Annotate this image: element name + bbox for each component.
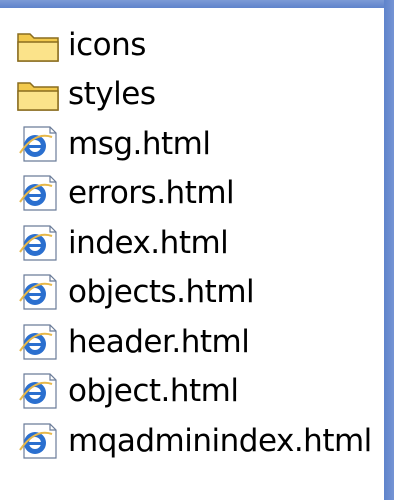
- file-name: msg.html: [68, 125, 211, 162]
- file-list: icons styles msg.html errors.html index.…: [16, 20, 372, 466]
- html-document-icon: [19, 175, 57, 211]
- file-name: index.html: [68, 224, 229, 261]
- file-item-object[interactable]: object.html: [16, 367, 372, 417]
- file-item-errors[interactable]: errors.html: [16, 169, 372, 219]
- file-name: styles: [68, 76, 156, 113]
- file-name: object.html: [68, 373, 239, 410]
- html-document-icon: [19, 373, 57, 409]
- file-name: icons: [68, 26, 146, 63]
- file-item-objects[interactable]: objects.html: [16, 268, 372, 318]
- html-document-icon: [19, 225, 57, 261]
- file-name: mqadminindex.html: [68, 422, 372, 459]
- file-name: objects.html: [68, 274, 255, 311]
- folder-icon: [17, 33, 59, 62]
- window-frame-right: [384, 0, 394, 500]
- file-list-panel: icons styles msg.html errors.html index.…: [0, 8, 384, 500]
- file-name: errors.html: [68, 175, 235, 212]
- file-item-msg[interactable]: msg.html: [16, 119, 372, 169]
- file-item-index[interactable]: index.html: [16, 218, 372, 268]
- file-name: header.html: [68, 323, 250, 360]
- html-document-icon: [19, 274, 57, 310]
- window-frame-top: [0, 0, 394, 8]
- html-document-icon: [19, 423, 57, 459]
- folder-item-styles[interactable]: styles: [16, 70, 372, 120]
- file-item-mqadminindex[interactable]: mqadminindex.html: [16, 416, 372, 466]
- folder-icon: [17, 82, 59, 111]
- file-item-header[interactable]: header.html: [16, 317, 372, 367]
- html-document-icon: [19, 324, 57, 360]
- folder-item-icons[interactable]: icons: [16, 20, 372, 70]
- html-document-icon: [19, 126, 57, 162]
